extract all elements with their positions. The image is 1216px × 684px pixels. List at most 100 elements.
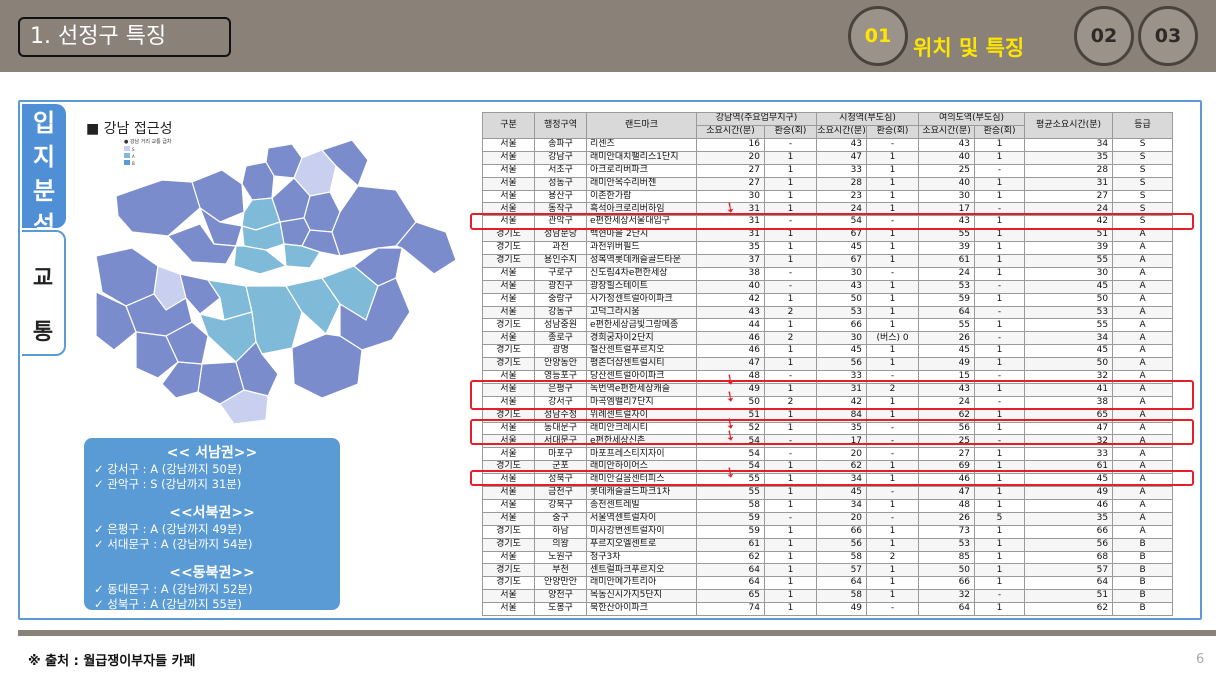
tab-location-analysis[interactable]: 입 지 분 석 xyxy=(22,104,66,239)
tab-transport[interactable]: 교 통 xyxy=(22,230,66,356)
cell-gubun: 경기도 xyxy=(482,228,535,243)
cell-gangnam-transfer: 1 xyxy=(763,486,818,500)
cell-yeouido-time: 47 xyxy=(918,486,976,500)
cell-cityhall-transfer: 1 xyxy=(866,576,920,591)
table-row: 서울 양천구 목동신시가지5단지 65 1 58 1 32-51 B xyxy=(482,589,1174,604)
cell-gubun: 서울 xyxy=(482,331,535,346)
cell-yeouido-time: 32 xyxy=(918,589,976,604)
table-row: 경기도 의왕 푸르지오엘센트로 61 1 56 1 53 1 56 B xyxy=(482,537,1174,552)
cell-gangnam-transfer: - xyxy=(763,447,818,462)
cell-landmark: 신도림4차e편한세상 xyxy=(586,266,697,281)
cell-gangnam-transfer: 1 xyxy=(763,576,818,591)
table-row: 경기도 하남 미사강변센트럴자이 59 1 66 1 73 1 66 A xyxy=(482,524,1174,539)
cell-gangnam-transfer: 1 xyxy=(763,498,818,513)
cell-gangnam-transfer: 1 xyxy=(763,241,818,256)
cell-gubun: 서울 xyxy=(482,511,535,526)
table-row: 서울 금천구 롯데캐슬골드파크1차 55 1 45-47 1 49 A xyxy=(482,486,1174,500)
cell-cityhall-time: 56 xyxy=(816,537,868,552)
cell-landmark: 평촌더샵센트럴시티 xyxy=(586,357,697,372)
cell-district: 광명 xyxy=(534,344,587,359)
cell-cityhall-transfer: 1 xyxy=(866,344,920,359)
cell-district: 용산구 xyxy=(534,189,587,204)
cell-cityhall-transfer: (버스) 0 xyxy=(866,331,920,346)
cell-avg-time: 39 xyxy=(1024,241,1114,256)
cell-district: 금천구 xyxy=(534,486,587,500)
cell-gubun: 서울 xyxy=(482,163,535,178)
cell-yeouido-time: 26 xyxy=(918,331,976,346)
cell-avg-time: 62 xyxy=(1024,602,1114,616)
cell-district: 성남분당 xyxy=(534,228,587,243)
cell-yeouido-time: 27 xyxy=(918,447,976,462)
cell-cityhall-transfer: 1 xyxy=(866,279,920,294)
cell-district: 중랑구 xyxy=(534,292,587,307)
summary-item: ✓ 은평구 : A (강남까지 49분) xyxy=(94,522,242,536)
cell-cityhall-transfer: - xyxy=(866,602,920,616)
cell-grade: S xyxy=(1112,163,1174,178)
cell-cityhall-time: 64 xyxy=(816,576,868,591)
cell-cityhall-transfer: 1 xyxy=(866,228,920,243)
cell-gubun: 경기도 xyxy=(482,254,535,268)
cell-grade: A xyxy=(1112,305,1174,320)
cell-avg-time: 45 xyxy=(1024,279,1114,294)
cell-landmark: 경희궁자이2단지 xyxy=(586,331,697,346)
cell-gubun: 서울 xyxy=(482,550,535,565)
table-row: 경기도 부천 센트럴파크푸르지오 64 1 57 1 50 1 57 B xyxy=(482,563,1174,578)
table-row: 서울 강남구 래미안대치팰리스1단지 20 1 47 1 40 1 35 S xyxy=(482,150,1174,165)
cell-yeouido-transfer: - xyxy=(974,163,1026,178)
cell-district: 안양동안 xyxy=(534,357,587,372)
cell-landmark: 철산센트럴푸르지오 xyxy=(586,344,697,359)
highlight-seongbuk-row xyxy=(470,470,1194,486)
cell-avg-time: 50 xyxy=(1024,292,1114,307)
cell-district: 광진구 xyxy=(534,279,587,294)
cell-district: 강북구 xyxy=(534,498,587,513)
cell-grade: A xyxy=(1112,498,1174,513)
cell-yeouido-transfer: 1 xyxy=(974,228,1026,243)
table-row: 서울 용산구 이촌한가람 30 1 23 1 30 1 27 S xyxy=(482,189,1174,204)
cell-gangnam-time: 37 xyxy=(696,254,765,268)
region-yongin xyxy=(291,333,363,399)
cell-grade: B xyxy=(1112,576,1174,591)
cell-cityhall-time: 45 xyxy=(816,486,868,500)
cell-avg-time: 46 xyxy=(1024,498,1114,513)
table-row: 서울 중랑구 사가정센트럴아이파크 42 1 50 1 59 1 50 A xyxy=(482,292,1174,307)
cell-yeouido-time: 64 xyxy=(918,602,976,616)
cell-gubun: 서울 xyxy=(482,292,535,307)
cell-yeouido-time: 43 xyxy=(918,138,976,152)
group-heading-northeast: <<동북권>> xyxy=(169,565,255,581)
accessibility-table: 구분 행정구역 랜드마크 강남역(주요업무지구) 시청역(부도심) 여의도역(부… xyxy=(482,112,1174,616)
col-header-landmark: 랜드마크 xyxy=(586,112,697,139)
district-gangbuk xyxy=(241,161,275,201)
cell-gubun: 서울 xyxy=(482,486,535,500)
cell-yeouido-transfer: 1 xyxy=(974,563,1026,578)
cell-gangnam-time: 44 xyxy=(696,318,765,333)
district-eunpyeong xyxy=(191,169,245,223)
table-row: 서울 송파구 리센츠 16-43-43 1 34 S xyxy=(482,138,1174,152)
cell-district: 서초구 xyxy=(534,163,587,178)
cell-cityhall-time: 58 xyxy=(816,589,868,604)
cell-yeouido-time: 55 xyxy=(918,318,976,333)
cell-cityhall-time: 66 xyxy=(816,524,868,539)
cell-cityhall-transfer: 1 xyxy=(866,176,920,191)
cell-gangnam-time: 58 xyxy=(696,498,765,513)
cell-cityhall-time: 53 xyxy=(816,305,868,320)
cell-landmark: 청구3차 xyxy=(586,550,697,565)
cell-gangnam-transfer: 1 xyxy=(763,150,818,165)
step-01-button[interactable]: 01 xyxy=(848,6,908,66)
cell-gangnam-transfer: 1 xyxy=(763,357,818,372)
cell-grade: S xyxy=(1112,138,1174,152)
cell-cityhall-transfer: 1 xyxy=(866,189,920,204)
step-02-button[interactable]: 02 xyxy=(1074,6,1134,66)
cell-yeouido-transfer: 1 xyxy=(974,150,1026,165)
cell-gangnam-transfer: 2 xyxy=(763,305,818,320)
cell-avg-time: 34 xyxy=(1024,138,1114,152)
cell-gubun: 서울 xyxy=(482,498,535,513)
col-header-grade: 등급 xyxy=(1112,112,1174,139)
cell-landmark: 미사강변센트럴자이 xyxy=(586,524,697,539)
step-03-button[interactable]: 03 xyxy=(1138,6,1198,66)
cell-avg-time: 53 xyxy=(1024,305,1114,320)
seoul-district-map: ● 강남 거리 교통 급차 S A B xyxy=(96,138,457,425)
cell-landmark: 롯데캐슬골드파크1차 xyxy=(586,486,697,500)
cell-cityhall-transfer: - xyxy=(866,266,920,281)
cell-cityhall-time: 66 xyxy=(816,318,868,333)
cell-cityhall-time: 57 xyxy=(816,563,868,578)
